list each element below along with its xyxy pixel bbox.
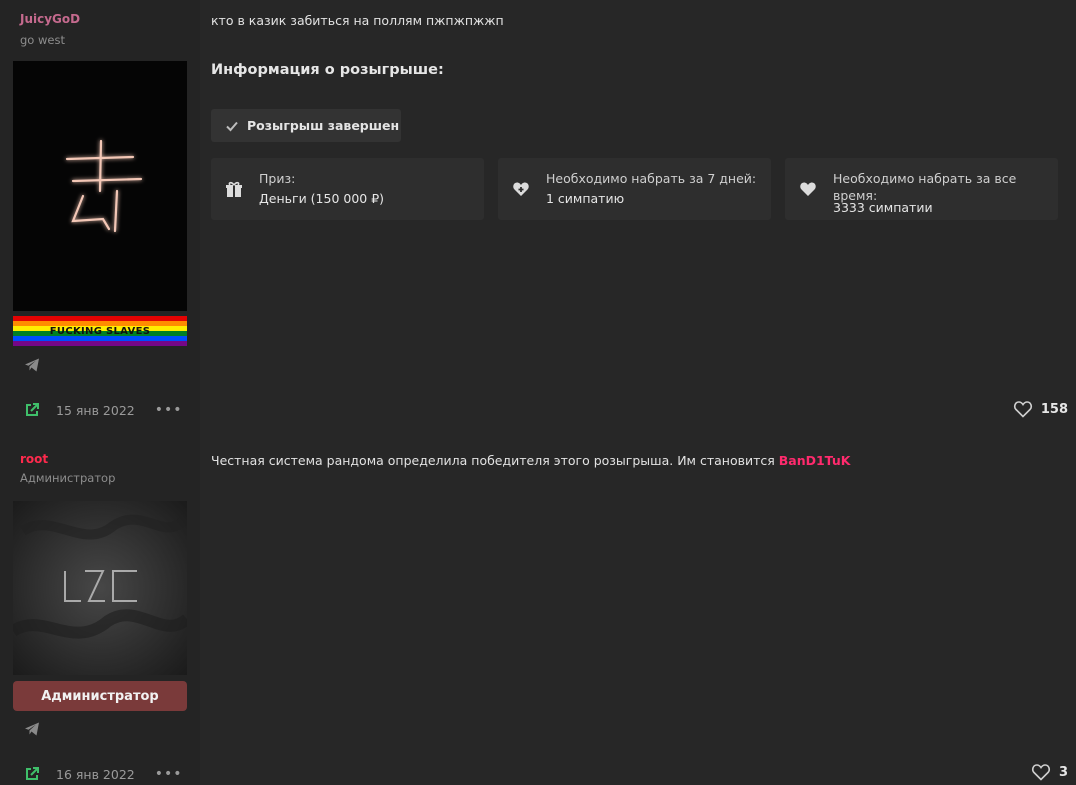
heart-icon xyxy=(800,182,816,196)
user-title: Администратор xyxy=(20,471,116,485)
card-value: 1 симпатию xyxy=(546,191,625,206)
likes-count: 158 xyxy=(1040,401,1068,417)
heart-outline-icon xyxy=(1031,764,1050,781)
giveaway-title: Информация о розыгрыше: xyxy=(211,62,444,78)
avatar[interactable] xyxy=(13,501,187,675)
share-icon[interactable] xyxy=(24,402,40,418)
likes-week-card: Необходимо набрать за 7 дней: 1 симпатию xyxy=(498,158,771,220)
card-value: Деньги (150 000 ₽) xyxy=(259,191,385,206)
user-sidebar: root Администратор Администратор 16 янв … xyxy=(0,440,200,785)
username[interactable]: root xyxy=(20,452,48,466)
post-meta: 16 янв 2022 ••• xyxy=(24,766,183,782)
avatar[interactable] xyxy=(13,61,187,311)
post-date[interactable]: 16 янв 2022 xyxy=(56,767,135,782)
user-banner: FUCKING SLAVES xyxy=(13,316,187,346)
card-label: Необходимо набрать за все время: xyxy=(833,171,1017,203)
post-message: Честная система рандома определила побед… xyxy=(211,453,850,468)
winner-username[interactable]: BanD1TuK xyxy=(779,453,851,468)
user-banner: Администратор xyxy=(13,681,187,711)
share-icon[interactable] xyxy=(24,766,40,782)
post-message: кто в казик забиться на поллям пжпжпжжп xyxy=(211,13,504,28)
more-options-icon[interactable]: ••• xyxy=(155,402,183,418)
check-icon xyxy=(226,121,238,131)
post: root Администратор Администратор 16 янв … xyxy=(0,440,1076,785)
username[interactable]: JuicyGoD xyxy=(20,12,80,26)
like-button[interactable]: 158 xyxy=(1013,400,1068,418)
message-text: Честная система рандома определила побед… xyxy=(211,453,775,468)
status-label: Розыгрыш завершен xyxy=(247,118,400,133)
card-value: 3333 симпатии xyxy=(833,200,933,215)
prize-card: Приз: Деньги (150 000 ₽) xyxy=(211,158,484,220)
telegram-icon[interactable] xyxy=(24,721,40,737)
telegram-icon[interactable] xyxy=(24,357,40,373)
giveaway-status: Розыгрыш завершен xyxy=(211,109,401,142)
card-label: Приз: xyxy=(259,171,296,186)
post: JuicyGoD go west FUCKING SLAVES 15 янв 2… xyxy=(0,0,1076,440)
post-date[interactable]: 15 янв 2022 xyxy=(56,403,135,418)
user-sidebar: JuicyGoD go west FUCKING SLAVES 15 янв 2… xyxy=(0,0,200,440)
like-button[interactable]: 3 xyxy=(1031,763,1068,781)
more-options-icon[interactable]: ••• xyxy=(155,766,183,782)
heart-outline-icon xyxy=(1013,401,1032,418)
likes-count: 3 xyxy=(1058,764,1068,780)
heart-plus-icon xyxy=(513,182,529,196)
user-title: go west xyxy=(20,33,65,47)
card-label: Необходимо набрать за 7 дней: xyxy=(546,171,757,186)
gift-icon xyxy=(226,181,242,197)
likes-total-card: Необходимо набрать за все время: 3333 си… xyxy=(785,158,1058,220)
post-meta: 15 янв 2022 ••• xyxy=(24,402,183,418)
